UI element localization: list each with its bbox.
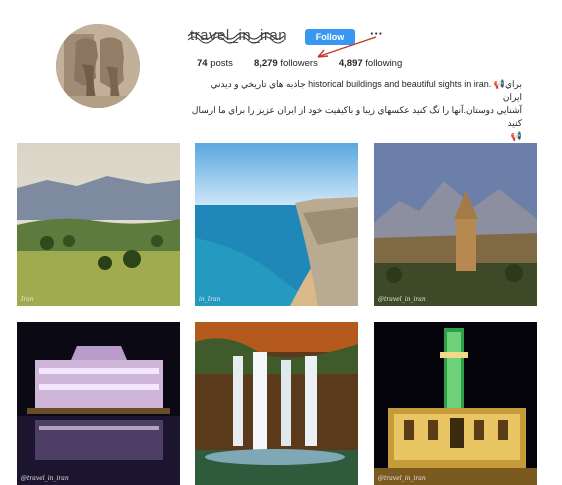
profile-avatar[interactable] [56, 24, 140, 108]
bio-line-1: براي📢 .historical buildings and beautifu… [210, 79, 522, 102]
username-scribble [187, 32, 285, 44]
post-watermark: @travel_in_iran [378, 475, 426, 482]
following-label: following [365, 58, 403, 69]
followers-count: 8,279 [253, 58, 278, 69]
post-watermark: @travel_in_iran [21, 475, 69, 482]
post-tile[interactable]: @travel_in_iran [374, 322, 537, 485]
profile-stats: 74 posts 8,279 followers 4,897 following [197, 58, 423, 69]
post-tile[interactable]: in_Iran [195, 143, 358, 306]
waterfall-photo [195, 322, 358, 485]
post-watermark: Iran [21, 296, 34, 303]
stat-posts: 74 posts [197, 58, 233, 69]
post-watermark: in_Iran [199, 296, 221, 303]
followers-label: followers [280, 58, 318, 69]
post-watermark: @travel_in_iran [378, 296, 426, 303]
beach-photo [195, 143, 358, 306]
bio-line-3: 📢 [510, 131, 522, 141]
landscape-photo [17, 143, 180, 306]
post-tile[interactable]: @travel_in_iran [374, 143, 537, 306]
stat-followers[interactable]: 8,279 followers [254, 58, 318, 69]
post-tile[interactable]: @travel_in_iran [17, 322, 180, 485]
posts-label: posts [210, 58, 233, 69]
tower-photo [374, 143, 537, 306]
bio-line-2: آشنايي دوستان.آنها را تگ كنيد عكسهاي زيب… [191, 105, 522, 128]
profile-bio: براي📢 .historical buildings and beautifu… [190, 78, 522, 143]
post-tile[interactable]: Iran [17, 143, 180, 306]
palace-photo [17, 322, 180, 485]
following-count: 4,897 [338, 58, 363, 69]
posts-count: 74 [197, 58, 208, 69]
minaret-photo [374, 322, 537, 485]
post-tile[interactable] [195, 322, 358, 485]
stat-following[interactable]: 4,897 following [339, 58, 402, 69]
